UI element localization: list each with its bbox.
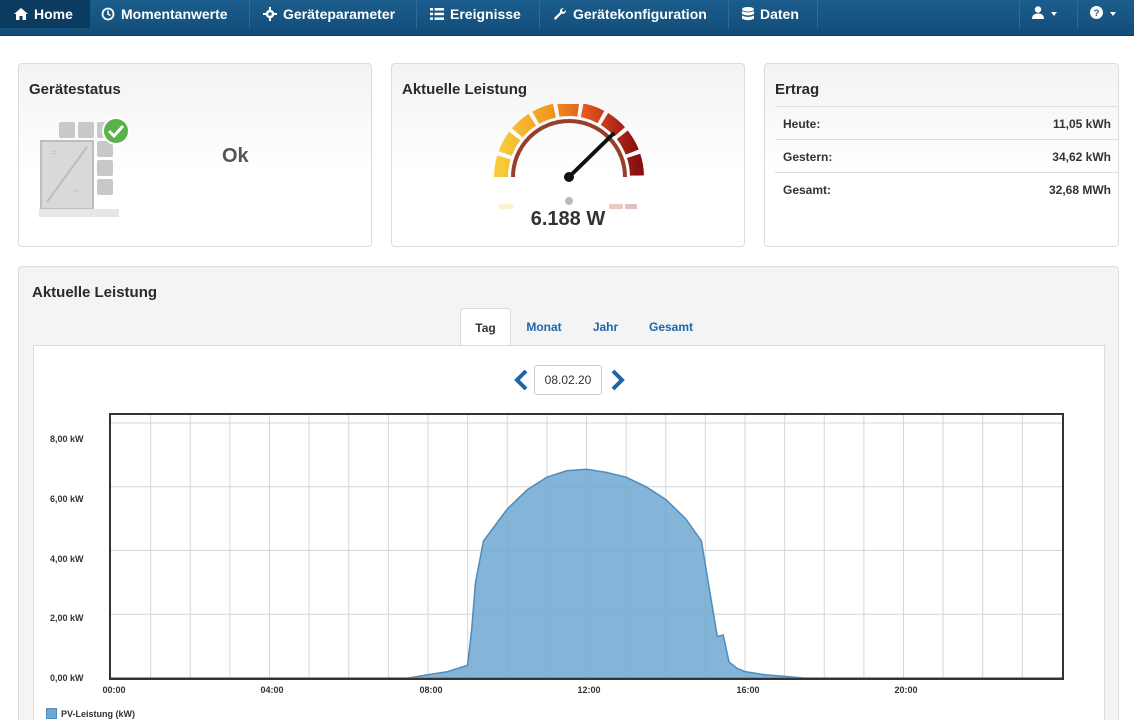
nav-ereignisse-label: Ereignisse xyxy=(450,6,521,22)
current-power-panel: Aktuelle Leistung 6.188 W xyxy=(391,63,745,247)
power-gauge xyxy=(494,104,644,209)
power-chart-title: Aktuelle Leistung xyxy=(32,284,158,301)
nav-daten[interactable]: Daten xyxy=(732,0,809,28)
nav-geraeteparameter-label: Geräteparameter xyxy=(283,6,396,22)
list-icon xyxy=(430,8,444,20)
help-menu[interactable]: ? xyxy=(1080,0,1134,28)
nav-separator xyxy=(1019,0,1020,28)
nav-separator xyxy=(249,0,250,28)
yield-row-today: Heute: 11,05 kWh xyxy=(775,106,1119,139)
yield-label: Gestern: xyxy=(783,150,833,164)
chevron-down-icon xyxy=(1110,12,1116,16)
device-status-value: Ok xyxy=(222,145,249,167)
nav-momentanwerte-label: Momentanwerte xyxy=(121,6,228,22)
nav-daten-label: Daten xyxy=(760,6,799,22)
database-icon xyxy=(742,7,754,21)
svg-text:?: ? xyxy=(1094,8,1100,19)
x-tick-label: 20:00 xyxy=(894,685,918,695)
yield-title: Ertrag xyxy=(775,81,820,98)
current-power-title: Aktuelle Leistung xyxy=(402,81,528,98)
yield-row-yesterday: Gestern: 34,62 kWh xyxy=(775,139,1119,172)
y-tick-label: 4,00 kW xyxy=(50,554,84,564)
help-icon: ? xyxy=(1090,6,1103,22)
home-icon xyxy=(14,8,28,20)
svg-text:=: = xyxy=(51,148,57,159)
nav-separator xyxy=(539,0,540,28)
device-status-title: Gerätestatus xyxy=(29,81,121,98)
inverter-ok-icon: = ≈ xyxy=(39,114,135,229)
legend-swatch xyxy=(46,708,57,719)
yield-value: 32,68 MWh xyxy=(1048,183,1111,197)
x-tick-label: 12:00 xyxy=(577,685,601,695)
x-tick-label: 04:00 xyxy=(260,685,284,695)
chart-area: 08.02.20 0,00 kW 2,00 kW 4,00 kW 6,00 kW… xyxy=(33,345,1105,720)
chart-svg xyxy=(109,413,1064,680)
clock-icon xyxy=(101,7,115,21)
y-tick-label: 2,00 kW xyxy=(50,613,84,623)
nav-geraetekonfiguration-label: Gerätekonfiguration xyxy=(573,6,707,22)
chart-legend[interactable]: PV-Leistung (kW) xyxy=(46,708,135,719)
y-tick-label: 6,00 kW xyxy=(50,494,84,504)
yield-value: 34,62 kWh xyxy=(1052,150,1111,164)
yield-label: Gesamt: xyxy=(783,183,832,197)
nav-geraeteparameter[interactable]: Geräteparameter xyxy=(253,0,405,28)
user-icon xyxy=(1032,6,1044,22)
nav-home[interactable]: Home xyxy=(0,0,90,28)
user-menu[interactable] xyxy=(1022,0,1076,28)
nav-home-label: Home xyxy=(34,6,73,22)
tab-tag[interactable]: Tag xyxy=(460,308,511,346)
device-status-panel: Gerätestatus = ≈ Ok xyxy=(18,63,372,247)
nav-separator xyxy=(817,0,818,28)
tab-gesamt[interactable]: Gesamt xyxy=(641,308,701,346)
power-chart-panel: Aktuelle Leistung Tag Monat Jahr Gesamt … xyxy=(18,266,1119,720)
tab-jahr[interactable]: Jahr xyxy=(584,308,627,346)
yield-label: Heute: xyxy=(783,117,821,131)
nav-geraetekonfiguration[interactable]: Gerätekonfiguration xyxy=(543,0,717,28)
wrench-icon xyxy=(553,7,567,21)
nav-momentanwerte[interactable]: Momentanwerte xyxy=(91,0,238,28)
legend-label: PV-Leistung (kW) xyxy=(61,708,135,719)
nav-separator xyxy=(728,0,729,28)
yield-value: 11,05 kWh xyxy=(1052,117,1111,131)
top-navbar: Home Momentanwerte Geräteparameter Ereig… xyxy=(0,0,1134,36)
nav-separator xyxy=(416,0,417,28)
x-tick-label: 08:00 xyxy=(419,685,443,695)
nav-separator xyxy=(1077,0,1078,28)
svg-text:≈: ≈ xyxy=(73,186,79,197)
series-area xyxy=(111,468,1062,679)
current-power-value: 6.188 W xyxy=(530,208,606,230)
yield-row-total: Gesamt: 32,68 MWh xyxy=(775,172,1119,205)
gear-icon xyxy=(263,7,277,21)
chevron-down-icon xyxy=(1051,12,1057,16)
yield-panel: Ertrag Heute: 11,05 kWh Gestern: 34,62 k… xyxy=(764,63,1119,247)
x-tick-label: 16:00 xyxy=(736,685,760,695)
tab-monat[interactable]: Monat xyxy=(519,308,569,346)
y-tick-label: 8,00 kW xyxy=(50,434,84,444)
nav-ereignisse[interactable]: Ereignisse xyxy=(420,0,531,28)
x-tick-label: 00:00 xyxy=(102,685,126,695)
y-tick-label: 0,00 kW xyxy=(50,673,84,683)
